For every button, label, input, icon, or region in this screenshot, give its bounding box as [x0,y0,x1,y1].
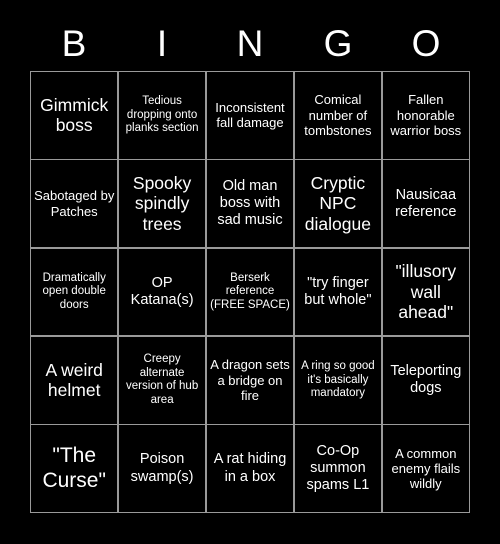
bingo-cell[interactable]: Gimmick boss [31,72,118,159]
bingo-cell[interactable]: Comical number of tombstones [294,72,382,159]
bingo-card: B I N G O Gimmick boss Tedious dropping … [0,0,500,544]
bingo-cell[interactable]: Fallen honorable warrior boss [382,72,469,159]
bingo-cell[interactable]: A common enemy flails wildly [382,425,469,512]
bingo-cell[interactable]: A dragon sets a bridge on fire [206,336,294,424]
bingo-cell[interactable]: A ring so good it's basically mandatory [294,336,382,424]
bingo-cell[interactable]: Co-Op summon spams L1 [294,425,382,512]
bingo-cell[interactable]: Poison swamp(s) [118,425,206,512]
bingo-cell[interactable]: Dramatically open double doors [31,248,118,336]
bingo-cell[interactable]: Spooky spindly trees [118,160,206,248]
header-letter-g: G [323,22,353,64]
bingo-cell[interactable]: Old man boss with sad music [206,160,294,248]
bingo-header: B I N G O [30,18,470,68]
header-letter-b: B [61,22,87,64]
bingo-cell[interactable]: Inconsistent fall damage [206,72,294,159]
bingo-cell-free-space[interactable]: Berserk reference (FREE SPACE) [206,248,294,336]
bingo-cell[interactable]: A rat hiding in a box [206,425,294,512]
bingo-cell[interactable]: Tedious dropping onto planks section [118,72,206,159]
bingo-cell[interactable]: Nausicaa reference [382,160,469,248]
bingo-cell[interactable]: "The Curse" [31,425,118,512]
bingo-cell[interactable]: "try finger but whole" [294,248,382,336]
bingo-grid: Gimmick boss Tedious dropping onto plank… [30,71,470,513]
header-letter-n: N [236,22,264,64]
header-letter-i: I [156,22,168,64]
bingo-cell[interactable]: Sabotaged by Patches [31,160,118,248]
bingo-cell[interactable]: OP Katana(s) [118,248,206,336]
header-letter-o: O [411,22,441,64]
bingo-cell[interactable]: Creepy alternate version of hub area [118,336,206,424]
bingo-cell[interactable]: Cryptic NPC dialogue [294,160,382,248]
bingo-cell[interactable]: A weird helmet [31,336,118,424]
bingo-cell[interactable]: Teleporting dogs [382,336,469,424]
bingo-cell[interactable]: "illusory wall ahead" [382,248,469,336]
